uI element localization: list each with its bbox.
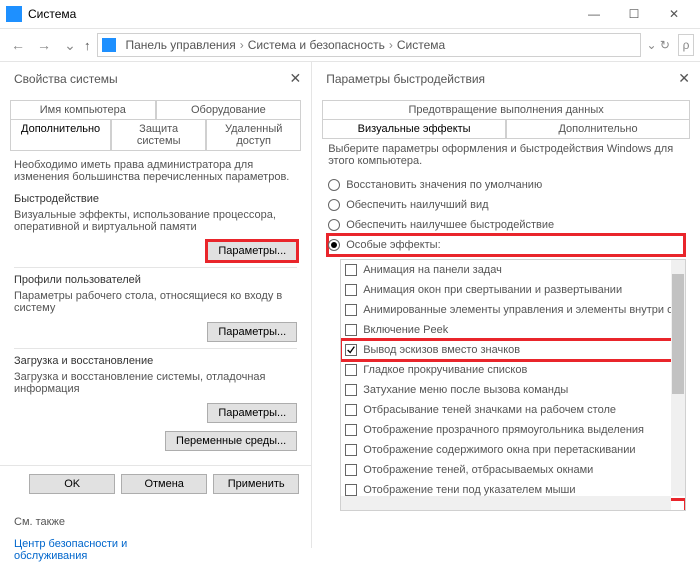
radio-option-1[interactable]: Обеспечить наилучший вид: [328, 195, 684, 215]
checkbox-icon: [345, 264, 357, 276]
check-label: Анимация на панели задач: [363, 264, 502, 276]
tab-visual-effects[interactable]: Визуальные эффекты: [322, 119, 506, 138]
radio-label: Обеспечить наилучшее быстродействие: [346, 219, 554, 231]
crumb-1[interactable]: Система и безопасность: [248, 38, 385, 52]
search-input[interactable]: ρ: [678, 34, 694, 56]
maximize-button[interactable]: ☐: [614, 0, 654, 28]
check-option-6[interactable]: Затухание меню после вызова команды: [341, 380, 685, 400]
boot-settings-button[interactable]: Параметры...: [207, 403, 297, 423]
system-icon: [6, 6, 22, 22]
effects-checklist: Анимация на панели задач Анимация окон пр…: [340, 259, 686, 511]
check-option-2[interactable]: Анимированные элементы управления и элем…: [341, 300, 685, 320]
check-option-4[interactable]: Вывод эскизов вместо значков: [341, 340, 685, 360]
admin-note: Необходимо иметь права администратора дл…: [14, 159, 297, 183]
refresh-icon[interactable]: ⌄ ↻: [647, 38, 670, 52]
checkbox-icon: [345, 384, 357, 396]
check-option-7[interactable]: Отбрасывание теней значками на рабочем с…: [341, 400, 685, 420]
group-profiles-desc: Параметры рабочего стола, относящиеся ко…: [14, 290, 297, 314]
radio-icon: [328, 199, 340, 211]
window-title: Система: [28, 7, 76, 21]
check-label: Отображение теней, отбрасываемых окнами: [363, 464, 593, 476]
dialog-title-left: Свойства системы: [0, 62, 311, 92]
back-button[interactable]: ←: [6, 33, 30, 57]
checkbox-icon: [345, 304, 357, 316]
radio-icon: [328, 219, 340, 231]
checkbox-icon: [345, 344, 357, 356]
group-performance-desc: Визуальные эффекты, использование процес…: [14, 209, 297, 233]
ok-button[interactable]: OK: [29, 474, 115, 494]
radio-icon: [328, 179, 340, 191]
check-label: Отображение содержимого окна при перетас…: [363, 444, 635, 456]
checkbox-icon: [345, 484, 357, 496]
tab-advanced[interactable]: Дополнительно: [10, 119, 111, 150]
checkbox-icon: [345, 424, 357, 436]
checkbox-icon: [345, 324, 357, 336]
checkbox-icon: [345, 364, 357, 376]
security-center-link[interactable]: Центр безопасности и обслуживания: [14, 538, 164, 562]
check-label: Гладкое прокручивание списков: [363, 364, 527, 376]
tab-remote[interactable]: Удаленный доступ: [206, 119, 301, 150]
radio-label: Особые эффекты:: [346, 239, 440, 251]
crumb-0[interactable]: Панель управления: [126, 38, 236, 52]
check-label: Отображение прозрачного прямоугольника в…: [363, 424, 644, 436]
radio-option-2[interactable]: Обеспечить наилучшее быстродействие: [328, 215, 684, 235]
crumb-2[interactable]: Система: [397, 38, 445, 52]
apply-button[interactable]: Применить: [213, 474, 299, 494]
check-label: Отображение тени под указателем мыши: [363, 484, 575, 496]
dialog-title-right: Параметры быстродействия: [312, 62, 700, 92]
check-option-10[interactable]: Отображение теней, отбрасываемых окнами: [341, 460, 685, 480]
check-label: Включение Peek: [363, 324, 448, 336]
check-option-5[interactable]: Гладкое прокручивание списков: [341, 360, 685, 380]
check-option-3[interactable]: Включение Peek: [341, 320, 685, 340]
check-option-8[interactable]: Отображение прозрачного прямоугольника в…: [341, 420, 685, 440]
check-label: Анимация окон при свертывании и разверты…: [363, 284, 622, 296]
scrollbar-horizontal[interactable]: [341, 496, 671, 510]
intro-text: Выберите параметры оформления и быстроде…: [312, 139, 700, 175]
radio-option-3[interactable]: Особые эффекты:: [328, 235, 684, 255]
radio-icon: [328, 239, 340, 251]
recent-dropdown[interactable]: ⌄: [58, 33, 82, 57]
check-option-0[interactable]: Анимация на панели задач: [341, 260, 685, 280]
group-boot-desc: Загрузка и восстановление системы, отлад…: [14, 371, 297, 395]
radio-option-0[interactable]: Восстановить значения по умолчанию: [328, 175, 684, 195]
up-button[interactable]: ↑: [84, 38, 91, 53]
window-titlebar: Система — ☐ ✕: [0, 0, 700, 28]
profiles-settings-button[interactable]: Параметры...: [207, 322, 297, 342]
tab-computer-name[interactable]: Имя компьютера: [10, 100, 156, 119]
check-option-1[interactable]: Анимация окон при свертывании и разверты…: [341, 280, 685, 300]
radio-label: Восстановить значения по умолчанию: [346, 179, 542, 191]
cancel-button[interactable]: Отмена: [121, 474, 207, 494]
checkbox-icon: [345, 464, 357, 476]
system-icon: [102, 38, 116, 52]
check-label: Отбрасывание теней значками на рабочем с…: [363, 404, 616, 416]
forward-button[interactable]: →: [32, 33, 56, 57]
group-performance-title: Быстродействие: [14, 193, 297, 205]
check-label: Затухание меню после вызова команды: [363, 384, 568, 396]
tab-dep[interactable]: Предотвращение выполнения данных: [322, 100, 690, 119]
scrollbar-vertical[interactable]: [671, 260, 685, 496]
performance-settings-button[interactable]: Параметры...: [207, 241, 297, 261]
checkbox-icon: [345, 444, 357, 456]
tab-advanced-perf[interactable]: Дополнительно: [506, 119, 690, 138]
minimize-button[interactable]: —: [574, 0, 614, 28]
env-vars-button[interactable]: Переменные среды...: [165, 431, 297, 451]
checkbox-icon: [345, 404, 357, 416]
tab-hardware[interactable]: Оборудование: [156, 100, 302, 119]
check-option-9[interactable]: Отображение содержимого окна при перетас…: [341, 440, 685, 460]
performance-options-dialog: Параметры быстродействия ✕ Предотвращени…: [312, 62, 700, 548]
breadcrumb[interactable]: Панель управления› Система и безопасност…: [97, 33, 641, 57]
tab-system-protection[interactable]: Защита системы: [111, 119, 206, 150]
system-properties-dialog: Свойства системы ✕ Имя компьютера Оборуд…: [0, 62, 312, 548]
check-label: Анимированные элементы управления и элем…: [363, 304, 684, 316]
check-label: Вывод эскизов вместо значков: [363, 344, 520, 356]
address-bar: ← → ⌄ ↑ Панель управления› Система и без…: [0, 28, 700, 62]
close-icon[interactable]: ✕: [289, 70, 301, 87]
checkbox-icon: [345, 284, 357, 296]
radio-label: Обеспечить наилучший вид: [346, 199, 488, 211]
group-profiles-title: Профили пользователей: [14, 274, 297, 286]
group-boot-title: Загрузка и восстановление: [14, 355, 297, 367]
close-button[interactable]: ✕: [654, 0, 694, 28]
close-icon[interactable]: ✕: [678, 70, 690, 87]
see-also-heading: См. также: [14, 516, 297, 528]
